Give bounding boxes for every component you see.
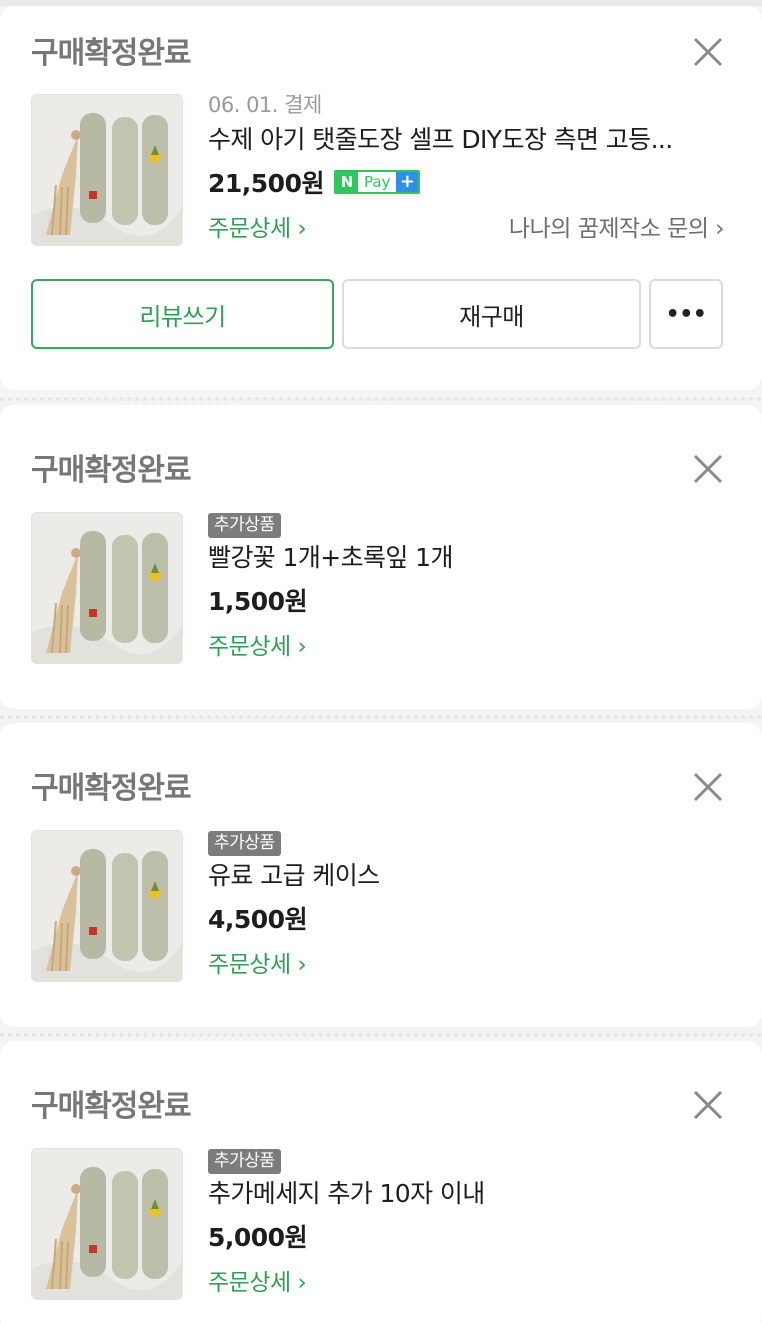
- product-thumbnail[interactable]: [31, 830, 183, 982]
- product-name[interactable]: 빨강꽃 1개+초록잎 1개: [208, 538, 724, 578]
- order-detail-link[interactable]: 주문상세 ›: [208, 627, 307, 661]
- product-price: 1,500원: [208, 587, 308, 616]
- rebuy-button[interactable]: 재구매: [342, 279, 641, 349]
- write-review-button[interactable]: 리뷰쓰기: [31, 279, 334, 349]
- product-thumbnail[interactable]: [31, 512, 183, 664]
- seller-inquiry-link[interactable]: 나나의 꿈제작소 문의 ›: [509, 209, 725, 243]
- product-image: [32, 95, 182, 245]
- close-icon[interactable]: [692, 771, 724, 803]
- dotted-divider: [0, 1033, 762, 1037]
- close-icon[interactable]: [692, 1089, 724, 1121]
- order-date: 06. 01. 결제: [208, 93, 322, 117]
- more-options-button[interactable]: •••: [649, 279, 723, 349]
- order-status: 구매확정완료: [31, 771, 192, 806]
- product-image: [32, 831, 182, 981]
- order-card-3: 구매확정완료 추가상품 유료 고급 케이스 4,500원 주문상세 ›: [0, 723, 762, 1027]
- order-detail-link[interactable]: 주문상세 ›: [208, 209, 307, 243]
- order-card-1: 구매확정완료 06. 01. 결제 수제 아기 탯줄도장 셀프 DIY도장 측면…: [0, 6, 762, 390]
- order-status: 구매확정완료: [31, 36, 192, 71]
- product-name[interactable]: 수제 아기 탯줄도장 셀프 DIY도장 측면 고등...: [208, 120, 724, 160]
- product-thumbnail[interactable]: [31, 94, 183, 246]
- order-detail-link[interactable]: 주문상세 ›: [208, 1263, 307, 1297]
- product-price: 21,500원: [208, 169, 324, 198]
- product-thumbnail[interactable]: [31, 1148, 183, 1300]
- npay-n-icon: N: [335, 172, 358, 192]
- dotted-divider: [0, 715, 762, 719]
- dotted-divider: [0, 397, 762, 401]
- product-price: 4,500원: [208, 905, 308, 934]
- product-name[interactable]: 유료 고급 케이스: [208, 856, 724, 896]
- add-on-tag: 추가상품: [208, 513, 281, 538]
- order-status: 구매확정완료: [31, 1089, 192, 1124]
- add-on-tag: 추가상품: [208, 1149, 281, 1174]
- product-image: [32, 1149, 182, 1299]
- close-icon[interactable]: [692, 453, 724, 485]
- plus-icon: +: [396, 172, 419, 192]
- order-card-4: 구매확정완료 추가상품 추가메세지 추가 10자 이내 5,000원 주문상세 …: [0, 1041, 762, 1323]
- order-detail-link[interactable]: 주문상세 ›: [208, 945, 307, 979]
- product-price: 5,000원: [208, 1223, 308, 1252]
- product-image: [32, 513, 182, 663]
- order-card-2: 구매확정완료 추가상품 빨강꽃 1개+초록잎 1개 1,500원 주문상세 ›: [0, 405, 762, 709]
- product-name[interactable]: 추가메세지 추가 10자 이내: [208, 1174, 724, 1214]
- npay-label: Pay: [363, 173, 391, 191]
- order-status: 구매확정완료: [31, 453, 192, 488]
- npay-plus-badge: N Pay +: [333, 170, 421, 194]
- close-icon[interactable]: [692, 36, 724, 68]
- add-on-tag: 추가상품: [208, 831, 281, 856]
